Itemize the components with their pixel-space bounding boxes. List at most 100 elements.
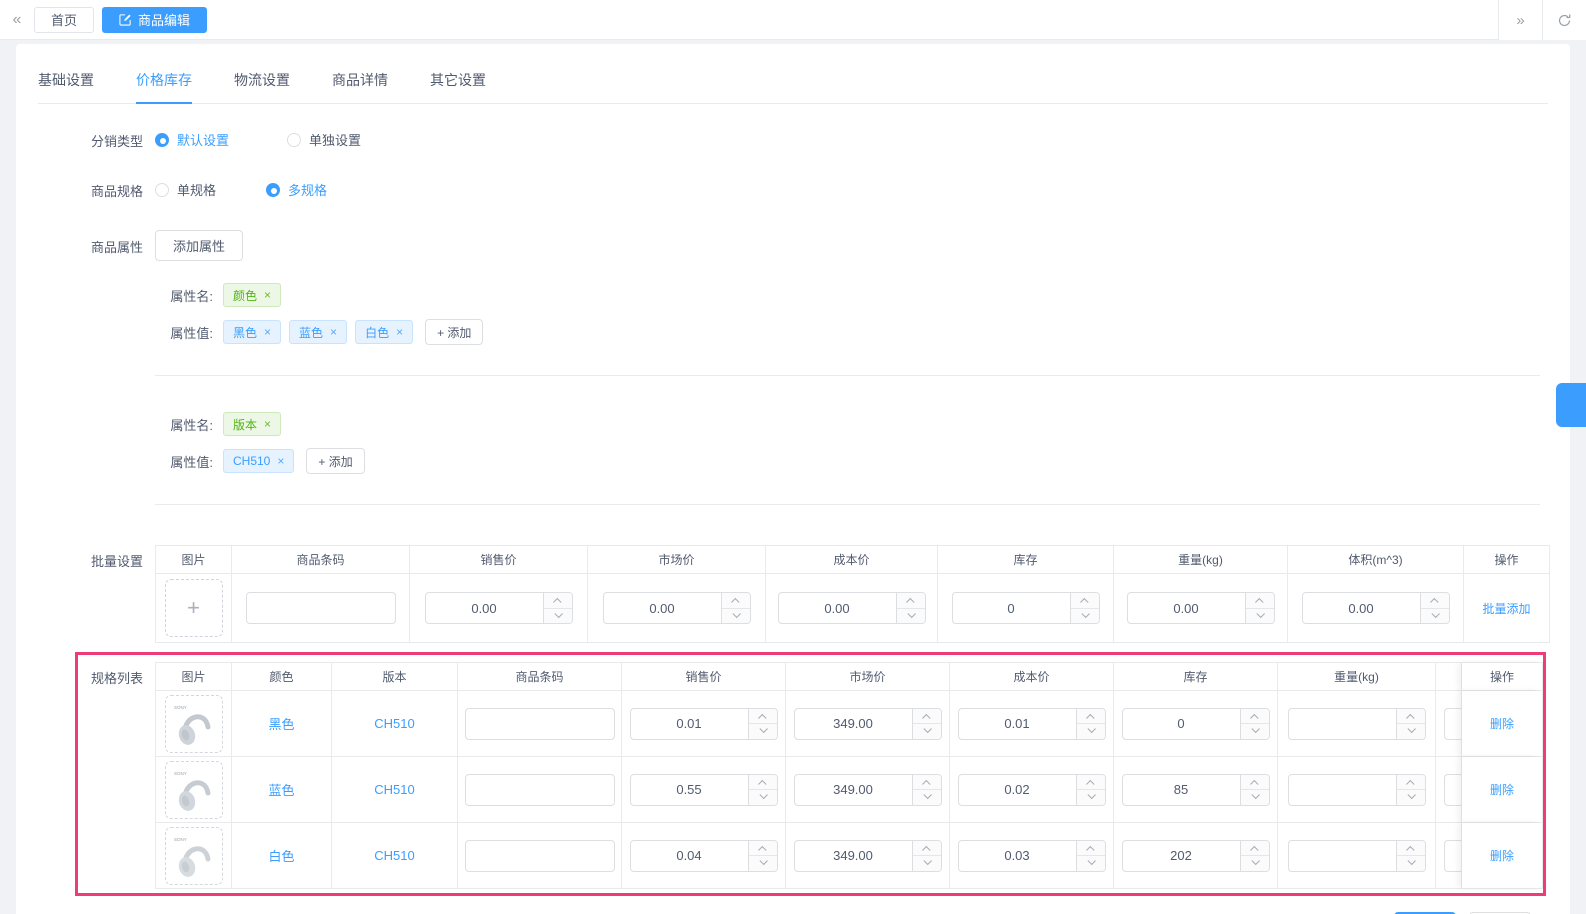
- stepper-value[interactable]: 0: [1123, 709, 1240, 739]
- batch-add-link[interactable]: 批量添加: [1482, 600, 1530, 617]
- sku-sale-price-stepper[interactable]: 0.55: [630, 774, 778, 806]
- sidebar-collapse-icon[interactable]: «: [0, 11, 34, 29]
- radio-default-settings[interactable]: 默认设置: [155, 130, 229, 149]
- sku-barcode-input[interactable]: [465, 840, 615, 872]
- stepper-up-icon[interactable]: [1077, 709, 1105, 725]
- sku-cost-price-stepper[interactable]: 0.01: [958, 708, 1106, 740]
- stepper-up-icon[interactable]: [1241, 841, 1269, 857]
- stepper-value[interactable]: 85: [1123, 775, 1240, 805]
- sku-market-price-stepper[interactable]: 349.00: [794, 840, 942, 872]
- stepper-down-icon[interactable]: [913, 724, 941, 739]
- batch-volume-stepper[interactable]: 0.00: [1302, 592, 1450, 624]
- stepper-value[interactable]: 0: [953, 593, 1070, 623]
- radio-single-spec[interactable]: 单规格: [155, 180, 216, 199]
- stepper-down-icon[interactable]: [1246, 609, 1274, 624]
- sku-sale-price-stepper[interactable]: 0.04: [630, 840, 778, 872]
- add-attr-value-button[interactable]: + 添加: [306, 448, 364, 474]
- tag-close-icon[interactable]: ×: [264, 288, 271, 302]
- add-attribute-button[interactable]: 添加属性: [155, 230, 243, 261]
- image-upload-button[interactable]: +: [165, 579, 223, 637]
- stepper-up-icon[interactable]: [913, 841, 941, 857]
- sku-weight-stepper[interactable]: [1288, 840, 1426, 872]
- sku-color-link[interactable]: 白色: [268, 846, 294, 865]
- stepper-value[interactable]: 349.00: [795, 709, 912, 739]
- stepper-value[interactable]: 349.00: [795, 841, 912, 871]
- stepper-value[interactable]: 0.03: [959, 841, 1076, 871]
- stepper-down-icon[interactable]: [1421, 609, 1449, 624]
- stepper-up-icon[interactable]: [897, 593, 925, 609]
- stepper-up-icon[interactable]: [1397, 775, 1425, 791]
- sku-version-link[interactable]: CH510: [374, 716, 414, 731]
- stepper-value[interactable]: 0.55: [631, 775, 748, 805]
- sku-stock-stepper[interactable]: 0: [1122, 708, 1270, 740]
- stepper-down-icon[interactable]: [749, 724, 777, 739]
- refresh-icon[interactable]: [1542, 0, 1586, 40]
- sku-color-link[interactable]: 黑色: [268, 714, 294, 733]
- tab-price-stock[interactable]: 价格库存: [136, 70, 192, 104]
- product-image[interactable]: SONY: [165, 695, 223, 753]
- sku-barcode-input[interactable]: [465, 708, 615, 740]
- tab-other-settings[interactable]: 其它设置: [430, 70, 486, 104]
- sku-version-link[interactable]: CH510: [374, 848, 414, 863]
- batch-stock-stepper[interactable]: 0: [952, 592, 1100, 624]
- stepper-down-icon[interactable]: [1077, 790, 1105, 805]
- sku-weight-stepper[interactable]: [1288, 774, 1426, 806]
- stepper-value[interactable]: 0.00: [779, 593, 896, 623]
- stepper-down-icon[interactable]: [1077, 724, 1105, 739]
- tag-close-icon[interactable]: ×: [264, 325, 271, 339]
- sku-barcode-input[interactable]: [465, 774, 615, 806]
- stepper-value[interactable]: [1289, 709, 1396, 739]
- stepper-value[interactable]: 0.00: [604, 593, 721, 623]
- sku-cost-price-stepper[interactable]: 0.03: [958, 840, 1106, 872]
- stepper-up-icon[interactable]: [544, 593, 572, 609]
- batch-market-price-stepper[interactable]: 0.00: [603, 592, 751, 624]
- batch-cost-price-stepper[interactable]: 0.00: [778, 592, 926, 624]
- stepper-down-icon[interactable]: [749, 856, 777, 871]
- stepper-down-icon[interactable]: [913, 790, 941, 805]
- delete-sku-link[interactable]: 删除: [1490, 781, 1514, 798]
- stepper-up-icon[interactable]: [749, 775, 777, 791]
- stepper-up-icon[interactable]: [722, 593, 750, 609]
- stepper-value[interactable]: 0.02: [959, 775, 1076, 805]
- delete-sku-link[interactable]: 删除: [1490, 715, 1514, 732]
- stepper-up-icon[interactable]: [1071, 593, 1099, 609]
- batch-sale-price-stepper[interactable]: 0.00: [425, 592, 573, 624]
- tabs-scroll-right-icon[interactable]: »: [1498, 0, 1542, 40]
- stepper-value[interactable]: 349.00: [795, 775, 912, 805]
- sku-color-link[interactable]: 蓝色: [268, 780, 294, 799]
- sku-stock-stepper[interactable]: 202: [1122, 840, 1270, 872]
- stepper-down-icon[interactable]: [1241, 856, 1269, 871]
- tag-close-icon[interactable]: ×: [330, 325, 337, 339]
- stepper-up-icon[interactable]: [1421, 593, 1449, 609]
- stepper-down-icon[interactable]: [1397, 856, 1425, 871]
- stepper-value[interactable]: 0.01: [959, 709, 1076, 739]
- stepper-value[interactable]: 202: [1123, 841, 1240, 871]
- stepper-value[interactable]: 0.04: [631, 841, 748, 871]
- stepper-up-icon[interactable]: [1397, 709, 1425, 725]
- stepper-down-icon[interactable]: [1071, 609, 1099, 624]
- stepper-up-icon[interactable]: [913, 775, 941, 791]
- stepper-up-icon[interactable]: [1397, 841, 1425, 857]
- tab-basic-settings[interactable]: 基础设置: [38, 70, 94, 104]
- sku-market-price-stepper[interactable]: 349.00: [794, 774, 942, 806]
- sku-version-link[interactable]: CH510: [374, 782, 414, 797]
- stepper-down-icon[interactable]: [722, 609, 750, 624]
- product-image[interactable]: SONY: [165, 761, 223, 819]
- tag-close-icon[interactable]: ×: [277, 454, 284, 468]
- product-image[interactable]: SONY: [165, 827, 223, 885]
- stepper-value[interactable]: 0.00: [1128, 593, 1245, 623]
- stepper-value[interactable]: [1289, 775, 1396, 805]
- page-tab-home[interactable]: 首页: [34, 7, 94, 33]
- tab-product-detail[interactable]: 商品详情: [332, 70, 388, 104]
- stepper-down-icon[interactable]: [1241, 790, 1269, 805]
- sku-market-price-stepper[interactable]: 349.00: [794, 708, 942, 740]
- delete-sku-link[interactable]: 删除: [1490, 847, 1514, 864]
- stepper-up-icon[interactable]: [1077, 841, 1105, 857]
- stepper-down-icon[interactable]: [1397, 724, 1425, 739]
- sku-cost-price-stepper[interactable]: 0.02: [958, 774, 1106, 806]
- stepper-value[interactable]: [1289, 841, 1396, 871]
- tag-close-icon[interactable]: ×: [264, 417, 271, 431]
- stepper-up-icon[interactable]: [1241, 775, 1269, 791]
- batch-barcode-input[interactable]: [246, 592, 396, 624]
- stepper-up-icon[interactable]: [913, 709, 941, 725]
